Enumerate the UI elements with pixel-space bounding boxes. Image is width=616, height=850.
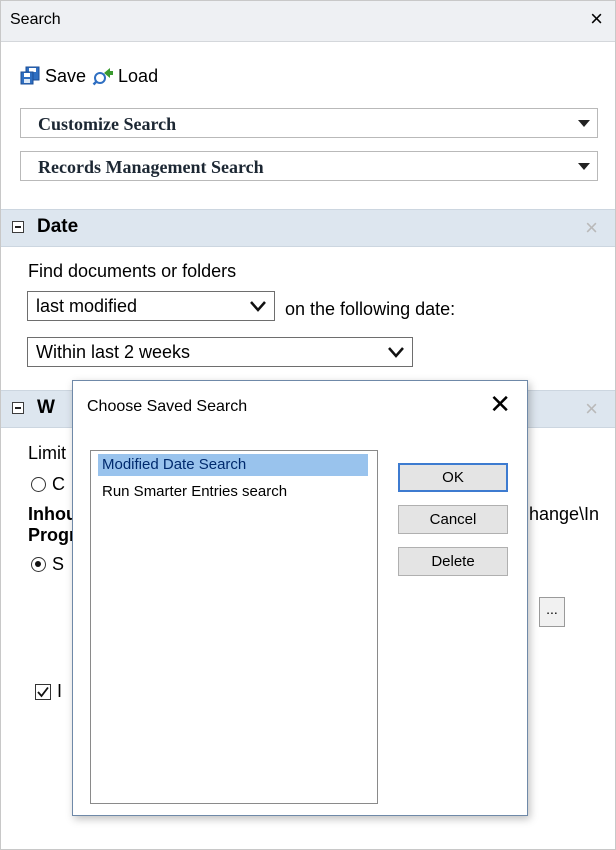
progr-label: Progr [28, 525, 77, 545]
checkmark-icon [37, 686, 49, 698]
limit-label: Limit [28, 443, 67, 463]
option-radio-2[interactable] [31, 557, 46, 572]
date-field-select[interactable]: last modified [27, 291, 275, 321]
collapse-icon[interactable] [12, 221, 24, 233]
ok-button[interactable]: OK [398, 463, 508, 492]
choose-saved-search-dialog: Choose Saved Search ✕ Modified Date Sear… [72, 380, 528, 816]
load-label: Load [118, 65, 159, 86]
w-section-title: W [37, 397, 55, 418]
dropdown-arrow-icon [578, 163, 590, 170]
list-item[interactable]: Modified Date Search [98, 454, 368, 476]
save-button[interactable]: Save [19, 65, 86, 87]
load-button[interactable]: Load [92, 65, 158, 87]
dropdown-arrow-icon [578, 120, 590, 127]
browse-ellipsis-button[interactable]: ... [539, 597, 565, 627]
date-field-value: last modified [36, 296, 138, 316]
date-range-select[interactable]: Within last 2 weeks [27, 337, 413, 367]
date-section-close-button[interactable]: × [585, 215, 598, 241]
cancel-button[interactable]: Cancel [398, 505, 508, 534]
collapse-icon[interactable] [12, 402, 24, 414]
load-icon [92, 68, 114, 86]
find-documents-label: Find documents or folders [28, 261, 237, 281]
records-management-value: Records Management Search [38, 157, 264, 177]
date-section-title: Date [37, 216, 79, 237]
panel-title: Search [10, 11, 61, 28]
inhou-label: Inhou [28, 504, 77, 524]
chevron-down-icon [250, 301, 266, 312]
include-label: I [57, 681, 63, 701]
search-panel-titlebar: Search × [1, 1, 615, 42]
date-section-header: Date × [1, 209, 615, 247]
include-checkbox[interactable] [35, 684, 51, 700]
panel-close-button[interactable]: × [590, 7, 603, 31]
save-icon [20, 66, 40, 85]
customize-search-dropdown[interactable]: Customize Search [20, 108, 598, 138]
date-range-value: Within last 2 weeks [36, 342, 191, 362]
option-1-label: C [52, 474, 65, 494]
saved-search-list[interactable]: Modified Date Search Run Smarter Entries… [90, 450, 378, 804]
records-management-dropdown[interactable]: Records Management Search [20, 151, 598, 181]
delete-button[interactable]: Delete [398, 547, 508, 576]
search-toolbar: Save Load [19, 63, 158, 89]
change-path-label: hange\In [529, 504, 600, 524]
dialog-title: Choose Saved Search [87, 398, 248, 415]
customize-search-value: Customize Search [38, 114, 177, 134]
list-item[interactable]: Run Smarter Entries search [98, 481, 291, 503]
chevron-down-icon [388, 347, 404, 358]
option-radio-1[interactable] [31, 477, 46, 492]
save-label: Save [45, 65, 87, 86]
following-date-label: on the following date: [285, 299, 456, 319]
option-2-label: S [52, 554, 65, 574]
w-section-close-button[interactable]: × [585, 396, 598, 422]
dialog-close-button[interactable]: ✕ [489, 389, 511, 420]
